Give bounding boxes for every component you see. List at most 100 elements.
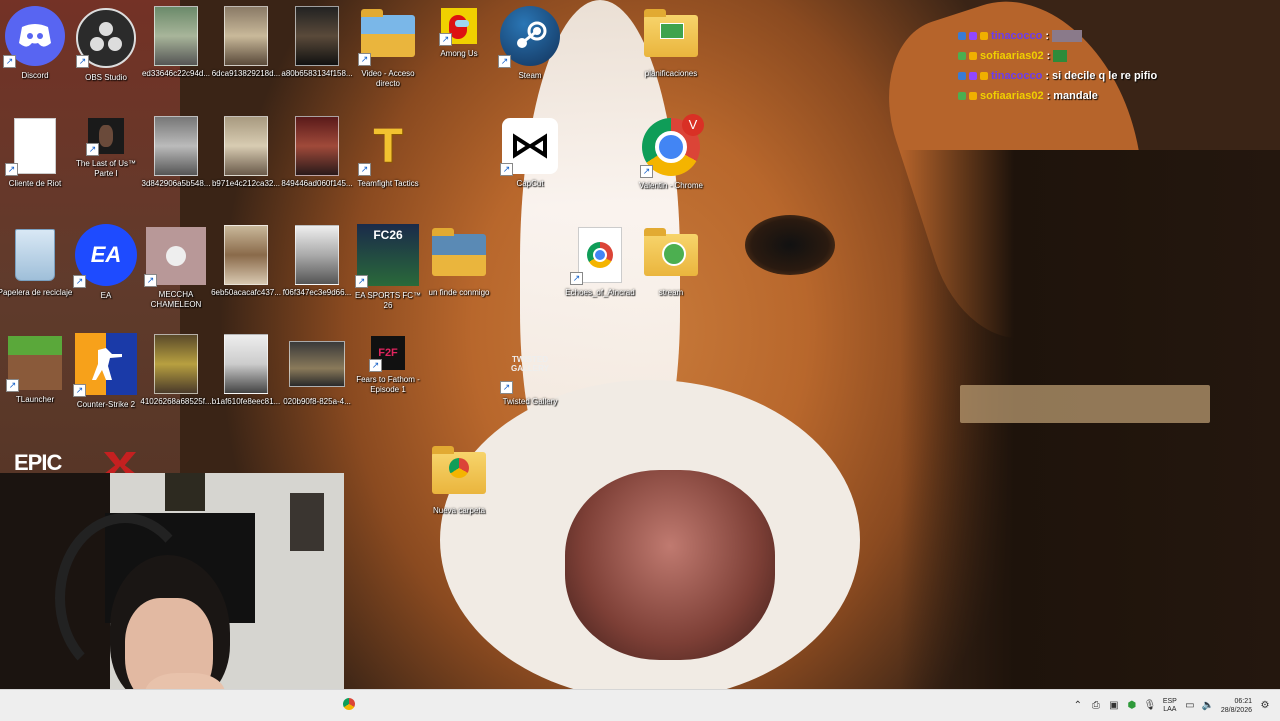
icon-label: f06f347ec3e9d66...: [282, 288, 352, 297]
icon-label: CapCut: [516, 179, 544, 188]
recycle-bin-icon: [7, 227, 63, 283]
chat-username: sofiaarias02: [980, 90, 1044, 102]
wallpaper-shelf: [960, 385, 1210, 423]
desktop-icon-among-us[interactable]: ↗ Among Us: [424, 0, 494, 100]
chevron-up-icon[interactable]: ⌃: [1073, 700, 1083, 711]
icon-label: Among Us: [440, 49, 478, 58]
desktop-icon-image-file[interactable]: 6dca913829218d...: [211, 0, 281, 100]
clock-date: 28/8/2026: [1220, 706, 1252, 714]
twisted-gallery-logo-text: TWISTED GALLERY: [511, 355, 549, 373]
desktop-icon-meccha-chameleon[interactable]: ↗ MECCHA CHAMELEON: [141, 219, 211, 319]
icon-label: a80b6583134f158...: [281, 69, 353, 78]
wallpaper-dog-nose: [565, 470, 775, 660]
steam-icon: ↗: [498, 6, 560, 68]
badge-icon: [969, 92, 977, 100]
desktop-icon-image-file[interactable]: ed33646c22c94d...: [141, 0, 211, 100]
language-indicator[interactable]: ESP LAA: [1163, 698, 1177, 714]
badge-icon: [980, 72, 988, 80]
desktop-icon-fears-to-fathom[interactable]: F2F ↗ Fears to Fathom - Episode 1: [353, 328, 423, 428]
badge-icon: [958, 32, 966, 40]
webcam-poster: [290, 493, 324, 551]
microphone-icon[interactable]: 🎙: [1143, 700, 1156, 711]
clock-time: 06:21: [1234, 697, 1252, 705]
desktop-icon-image-file[interactable]: b971e4c212ca32...: [211, 110, 281, 210]
desktop-icon-discord[interactable]: ↗ Discord: [0, 0, 70, 100]
notifications-icon[interactable]: ⚙: [1260, 700, 1270, 711]
app-tray-icon[interactable]: ▣: [1109, 700, 1119, 711]
icon-label: 41026268a68525f...: [140, 397, 212, 406]
image-thumbnail-icon: [148, 116, 204, 176]
usb-icon[interactable]: ⎙: [1091, 700, 1101, 711]
icon-label: 849446ad060f145...: [281, 179, 353, 188]
image-thumbnail-icon: [148, 334, 204, 394]
desktop-icon-obs[interactable]: ↗ OBS Studio: [71, 0, 141, 100]
meccha-chameleon-icon: ↗: [144, 227, 206, 287]
chat-username: tinacocco: [991, 70, 1043, 82]
shortcut-arrow-icon: ↗: [570, 272, 583, 285]
desktop-icon-image-file[interactable]: b1af610fe8eec81...: [211, 328, 281, 428]
desktop-icon-image-file[interactable]: 849446ad060f145...: [281, 110, 353, 210]
desktop-icon-tlauncher[interactable]: ↗ TLauncher: [0, 328, 70, 428]
desktop-icon-image-file[interactable]: 6eb50acacafc437...: [211, 219, 281, 319]
shortcut-arrow-icon: ↗: [3, 55, 16, 68]
network-icon[interactable]: ▭: [1185, 700, 1195, 711]
chat-text: mandale: [1053, 90, 1098, 102]
among-us-icon: ↗: [439, 8, 477, 46]
desktop-icon-image-file[interactable]: 41026268a68525f...: [140, 328, 212, 428]
chat-message: tinacocco :: [958, 26, 1258, 46]
language-code: ESP: [1162, 697, 1177, 705]
folder-icon: [431, 227, 487, 283]
icon-label: 6eb50acacafc437...: [211, 288, 281, 297]
desktop-icon-twisted-gallery[interactable]: TWISTED GALLERY ↗ Twisted Gallery: [495, 328, 565, 428]
fc26-logo-text: FC26: [373, 228, 403, 242]
icon-label: 3d842906a5b548...: [141, 179, 211, 188]
desktop-icon-capcut[interactable]: ↗ CapCut: [495, 110, 565, 210]
desktop-icon-image-file[interactable]: 020b90f8-825a-4...: [282, 328, 352, 428]
desktop-icon-video-shortcut[interactable]: ↗ Video - Acceso directo: [353, 0, 423, 100]
icon-label: EA: [100, 291, 112, 300]
stream-chat-overlay: tinacocco : sofiaarias02 : tinacocco : s…: [958, 26, 1258, 106]
desktop-icon-image-file[interactable]: 3d842906a5b548...: [141, 110, 211, 210]
ea-logo-text: EA: [90, 242, 122, 267]
obs-icon: ↗: [76, 8, 136, 68]
icon-label: Teamfight Tactics: [357, 179, 419, 188]
image-thumbnail-icon: [218, 225, 274, 285]
shortcut-arrow-icon: ↗: [6, 379, 19, 392]
chat-text: si decile q le re pifio: [1052, 70, 1158, 82]
icon-label: Discord: [21, 71, 49, 80]
shortcut-arrow-icon: ↗: [358, 53, 371, 66]
chat-message: sofiaarias02 :: [958, 46, 1258, 66]
desktop-icon-teamfight-tactics[interactable]: T ↗ Teamfight Tactics: [353, 110, 423, 210]
desktop-icon-planificaciones[interactable]: planificaciones: [636, 0, 706, 100]
icon-label: 020b90f8-825a-4...: [283, 397, 351, 406]
webcam-overlay: [0, 473, 344, 720]
desktop-icon-riot-client[interactable]: ↗ Cliente de Riot: [0, 110, 70, 210]
clock[interactable]: 06:21 28/8/2026: [1221, 697, 1252, 715]
desktop-icon-recycle-bin[interactable]: Papelera de reciclaje: [0, 219, 72, 319]
desktop-icon-counter-strike[interactable]: ↗ Counter-Strike 2: [71, 328, 141, 428]
shortcut-arrow-icon: ↗: [640, 165, 653, 178]
desktop-icon-ea[interactable]: EA ↗ EA: [71, 219, 141, 319]
ea-icon: EA ↗: [73, 224, 137, 288]
badge-icon: [980, 32, 988, 40]
icon-label: Steam: [518, 71, 542, 80]
desktop-icon-echoes-of-aincrad[interactable]: ↗ Echoes_of_Aincrad: [565, 219, 635, 319]
desktop-icon-un-finde-conmigo[interactable]: un finde conmigo: [424, 219, 494, 319]
shield-icon[interactable]: ⬢: [1127, 700, 1137, 711]
desktop-icon-nueva-carpeta[interactable]: Nueva carpeta: [424, 437, 494, 537]
profile-badge: V: [682, 114, 704, 136]
taskbar-chrome-icon[interactable]: [343, 698, 355, 710]
fears-to-fathom-icon: F2F ↗: [369, 336, 405, 372]
keyboard-layout: LAA: [1163, 705, 1177, 713]
volume-icon[interactable]: 🔈: [1202, 700, 1214, 711]
icon-label: MECCHA CHAMELEON: [150, 290, 202, 309]
desktop-icon-ea-sports-fc[interactable]: FC26 ↗ EA SPORTS FC™ 26: [353, 219, 423, 319]
icon-label: planificaciones: [644, 69, 698, 78]
desktop-icon-stream[interactable]: stream: [636, 219, 706, 319]
ea-sports-fc-icon: FC26 ↗: [355, 224, 419, 288]
desktop-icon-image-file[interactable]: a80b6583134f158...: [281, 0, 353, 100]
desktop-icon-chrome-profile[interactable]: V ↗ Valentin - Chrome: [636, 110, 706, 210]
desktop-icon-steam[interactable]: ↗ Steam: [495, 0, 565, 100]
desktop-icon-image-file[interactable]: f06f347ec3e9d66...: [282, 219, 352, 319]
desktop-icon-last-of-us[interactable]: ↗ The Last of Us™ Parte I: [71, 110, 141, 210]
